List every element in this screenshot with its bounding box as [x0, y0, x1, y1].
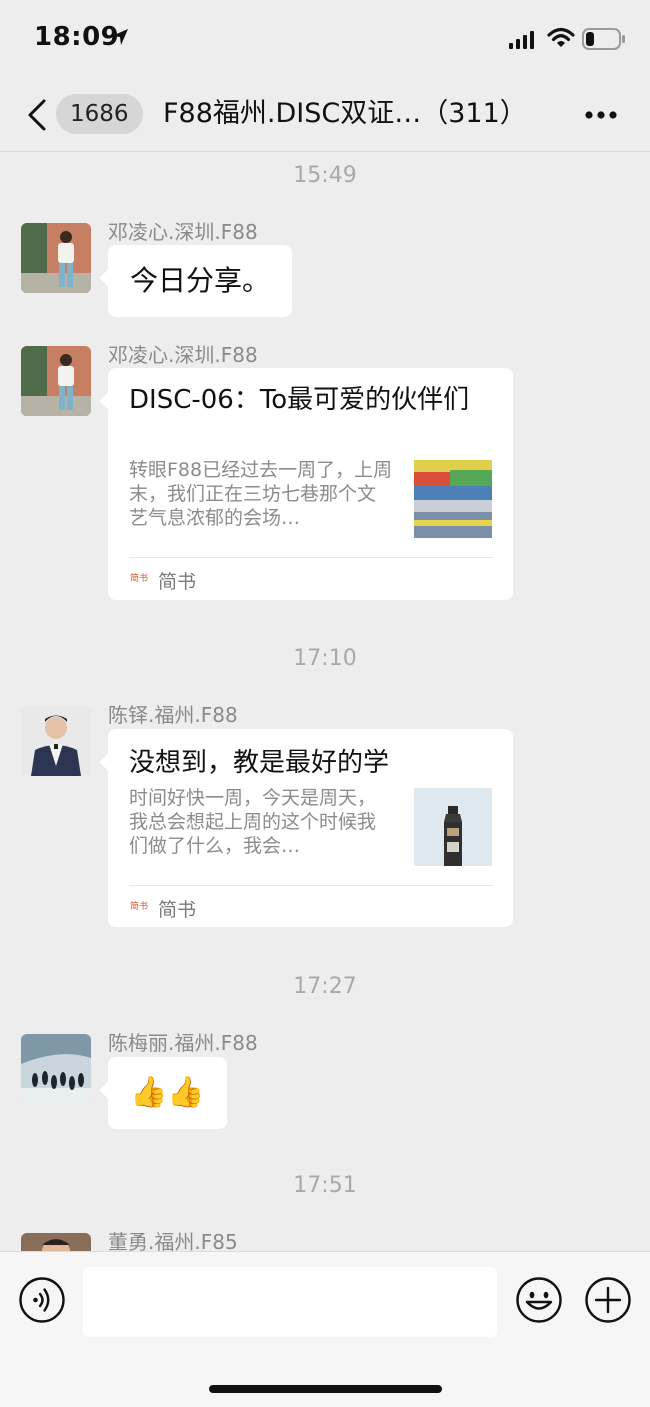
- jianshu-logo-icon: 简书: [129, 902, 148, 912]
- avatar[interactable]: [21, 1233, 91, 1251]
- card-source: 简书: [158, 571, 197, 593]
- timestamp: 17:51: [293, 1173, 357, 1198]
- card-divider: [129, 885, 493, 886]
- timestamp: 15:49: [293, 163, 357, 188]
- message-bubble[interactable]: 今日分享。: [98, 245, 293, 317]
- battery-icon: [582, 28, 625, 50]
- unread-count-badge[interactable]: 1686: [56, 94, 143, 134]
- plus-icon[interactable]: [585, 1277, 631, 1323]
- chat-title: F88福州.DISC双证…（311）: [163, 98, 527, 129]
- card-source: 简书: [158, 899, 197, 921]
- avatar[interactable]: [21, 346, 91, 416]
- card-title: 没想到，教是最好的学: [129, 748, 390, 778]
- sender-name: 邓凌心.深圳.F88: [108, 220, 258, 244]
- status-bar: 18:09: [0, 0, 650, 80]
- message-input[interactable]: [83, 1267, 497, 1337]
- avatar[interactable]: [21, 223, 91, 293]
- status-time: 18:09: [34, 22, 120, 52]
- chat-header: 1686 F88福州.DISC双证…（311）: [0, 80, 650, 152]
- sender-name: 邓凌心.深圳.F88: [108, 343, 258, 367]
- message-bubble[interactable]: 👍👍: [99, 1057, 227, 1129]
- avatar[interactable]: [21, 1034, 91, 1104]
- card-title: DISC-06：To最可爱的伙伴们: [129, 385, 470, 415]
- location-arrow-icon: [112, 29, 128, 45]
- jianshu-logo-icon: 简书: [129, 574, 148, 584]
- sender-name: 陈梅丽.福州.F88: [108, 1031, 258, 1055]
- link-card[interactable]: 没想到，教是最好的学 时间好快一周，今天是周天，我总会想起上周的这个时候我们做了…: [99, 729, 513, 927]
- card-description: 时间好快一周，今天是周天，我总会想起上周的这个时候我们做了什么，我会…: [129, 787, 377, 857]
- timestamp: 17:10: [293, 646, 357, 671]
- input-bar: [0, 1251, 650, 1407]
- card-thumbnail: [414, 460, 492, 538]
- sender-name: 陈铎.福州.F88: [108, 703, 238, 727]
- message-text: 👍👍: [130, 1075, 205, 1110]
- more-dots-icon[interactable]: [584, 110, 618, 120]
- card-thumbnail: [414, 788, 492, 866]
- timestamp: 17:27: [293, 974, 357, 999]
- wifi-icon: [547, 27, 575, 47]
- voice-icon[interactable]: [19, 1277, 65, 1323]
- emoji-icon[interactable]: [516, 1277, 562, 1323]
- card-description: 转眼F88已经过去一周了，上周末，我们正在三坊七巷那个文艺气息浓郁的会场…: [129, 459, 393, 529]
- avatar[interactable]: [21, 706, 91, 776]
- cellular-signal-icon: [509, 31, 534, 49]
- chevron-left-icon[interactable]: [26, 98, 48, 132]
- home-indicator: [209, 1385, 442, 1393]
- card-divider: [129, 557, 493, 558]
- message-text: 今日分享。: [130, 264, 271, 297]
- link-card[interactable]: DISC-06：To最可爱的伙伴们 转眼F88已经过去一周了，上周末，我们正在三…: [99, 368, 513, 600]
